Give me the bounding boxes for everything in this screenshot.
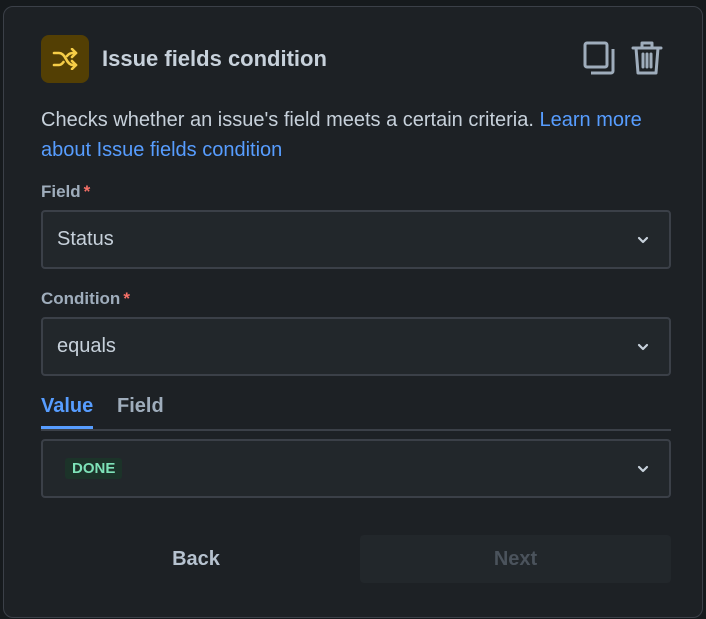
condition-select[interactable]: equals: [41, 317, 671, 376]
chevron-down-icon: [637, 465, 649, 472]
tab-field[interactable]: Field: [117, 395, 164, 418]
required-marker: *: [123, 289, 130, 308]
next-button[interactable]: Next: [360, 535, 671, 583]
value-select[interactable]: DONE: [41, 439, 671, 498]
status-lozenge: DONE: [65, 458, 123, 479]
field-select-value: Status: [57, 228, 114, 250]
required-marker: *: [83, 182, 91, 201]
condition-label-text: Condition: [41, 289, 121, 308]
panel-title: Issue fields condition: [102, 46, 327, 71]
condition-select-value: equals: [57, 335, 116, 357]
shuffle-icon: [41, 35, 89, 83]
duplicate-icon: [583, 41, 615, 75]
panel-header: Issue fields condition: [41, 35, 327, 83]
field-label: Field *: [41, 182, 90, 202]
duplicate-button[interactable]: [582, 40, 616, 76]
chevron-down-icon: [637, 236, 649, 243]
tabs-divider: [41, 429, 671, 431]
delete-button[interactable]: [630, 40, 664, 76]
description-text: Checks whether an issue's field meets a …: [41, 109, 540, 131]
header-actions: [582, 40, 664, 76]
condition-label: Condition *: [41, 289, 130, 309]
back-button[interactable]: Back: [41, 535, 351, 583]
field-label-text: Field: [41, 182, 81, 201]
tab-value[interactable]: Value: [41, 395, 94, 429]
chevron-down-icon: [637, 343, 649, 350]
field-select[interactable]: Status: [41, 210, 671, 269]
trash-icon: [631, 41, 663, 75]
issue-fields-condition-panel: Issue fields condition Checks whether an…: [3, 6, 703, 618]
description: Checks whether an issue's field meets a …: [41, 105, 681, 165]
value-field-tabs: Value Field: [41, 391, 671, 431]
